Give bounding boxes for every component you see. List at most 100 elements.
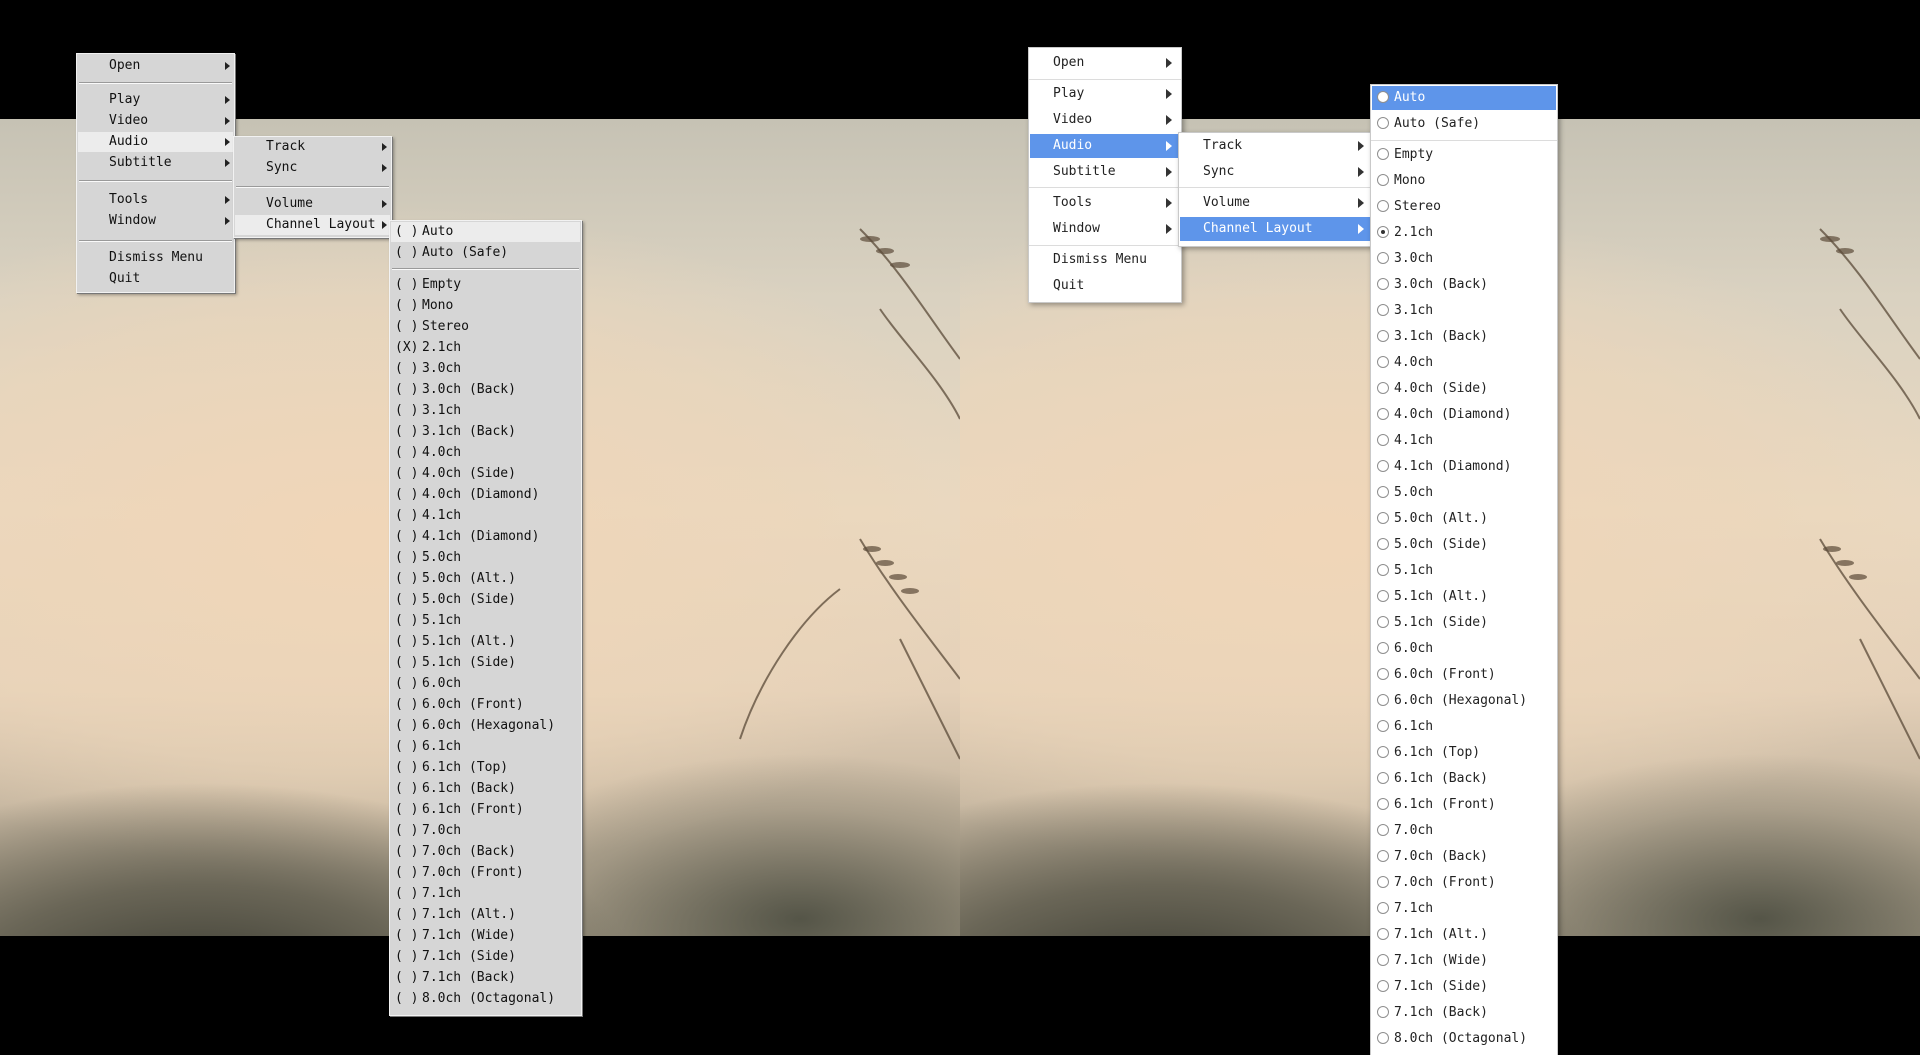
channel-layout-option[interactable]: 4.0ch (Side) [1372, 377, 1556, 401]
channel-layout-option[interactable]: 5.1ch (Alt.) [1372, 585, 1556, 609]
channel-layout-option[interactable]: ( ) 5.1ch [391, 611, 580, 631]
channel-layout-option[interactable]: ( ) 6.1ch [391, 737, 580, 757]
channel-layout-option[interactable]: Mono [1372, 169, 1556, 193]
channel-layout-option[interactable]: ( ) 4.0ch (Diamond) [391, 485, 580, 505]
channel-layout-option[interactable]: 6.1ch (Back) [1372, 767, 1556, 791]
menu-item-quit[interactable]: Quit [78, 269, 233, 289]
channel-layout-option[interactable]: 7.1ch (Back) [1372, 1001, 1556, 1025]
channel-layout-option[interactable]: 3.0ch [1372, 247, 1556, 271]
channel-layout-option[interactable]: ( ) 5.1ch (Side) [391, 653, 580, 673]
channel-layout-option[interactable]: ( ) 6.0ch (Front) [391, 695, 580, 715]
channel-layout-option[interactable]: ( ) 6.0ch (Hexagonal) [391, 716, 580, 736]
menu-item-subtitle[interactable]: Subtitle [1030, 160, 1180, 184]
channel-layout-option[interactable]: 3.1ch (Back) [1372, 325, 1556, 349]
menu-item-play[interactable]: Play [1030, 82, 1180, 106]
channel-layout-option[interactable]: Empty [1372, 143, 1556, 167]
channel-layout-option[interactable]: ( ) 5.0ch (Side) [391, 590, 580, 610]
menu-item-channel-layout[interactable]: Channel Layout [1180, 217, 1372, 241]
menu-item-window[interactable]: Window [78, 211, 233, 231]
channel-layout-option[interactable]: ( ) 5.0ch [391, 548, 580, 568]
menu-item-dismiss[interactable]: Dismiss Menu [78, 248, 233, 268]
menu-item-tools[interactable]: Tools [78, 190, 233, 210]
channel-layout-option[interactable]: ( ) 3.0ch (Back) [391, 380, 580, 400]
channel-layout-option[interactable]: ( ) 7.1ch (Back) [391, 968, 580, 988]
channel-layout-option[interactable]: 4.0ch [1372, 351, 1556, 375]
menu-item-window[interactable]: Window [1030, 217, 1180, 241]
channel-layout-option[interactable]: ( ) 6.1ch (Back) [391, 779, 580, 799]
channel-layout-option[interactable]: ( ) Auto (Safe) [391, 243, 580, 263]
channel-layout-option[interactable]: 6.1ch [1372, 715, 1556, 739]
menu-item-volume[interactable]: Volume [1180, 191, 1372, 215]
channel-layout-option[interactable]: ( ) 4.1ch (Diamond) [391, 527, 580, 547]
channel-layout-option[interactable]: 4.0ch (Diamond) [1372, 403, 1556, 427]
channel-layout-option[interactable]: 3.0ch (Back) [1372, 273, 1556, 297]
channel-layout-option[interactable]: 7.0ch (Back) [1372, 845, 1556, 869]
menu-item-video[interactable]: Video [1030, 108, 1180, 132]
channel-layout-option[interactable]: ( ) 7.1ch [391, 884, 580, 904]
channel-layout-option[interactable]: 8.0ch (Octagonal) [1372, 1027, 1556, 1051]
channel-layout-option[interactable]: 7.1ch (Side) [1372, 975, 1556, 999]
channel-layout-option[interactable]: ( ) 7.0ch (Front) [391, 863, 580, 883]
channel-layout-option[interactable]: Auto (Safe) [1372, 112, 1556, 136]
menu-item-video[interactable]: Video [78, 111, 233, 131]
channel-layout-option[interactable]: ( ) 7.1ch (Alt.) [391, 905, 580, 925]
channel-layout-option[interactable]: ( ) 6.1ch (Top) [391, 758, 580, 778]
menu-item-subtitle[interactable]: Subtitle [78, 153, 233, 173]
channel-layout-option[interactable]: ( ) 5.0ch (Alt.) [391, 569, 580, 589]
channel-layout-option[interactable]: 5.1ch [1372, 559, 1556, 583]
channel-layout-option[interactable]: 2.1ch [1372, 221, 1556, 245]
channel-layout-option[interactable]: ( ) 3.1ch (Back) [391, 422, 580, 442]
channel-layout-option[interactable]: ( ) 8.0ch (Octagonal) [391, 989, 580, 1009]
channel-layout-option[interactable]: ( ) 5.1ch (Alt.) [391, 632, 580, 652]
menu-item-quit[interactable]: Quit [1030, 274, 1180, 298]
menu-item-audio[interactable]: Audio [78, 132, 233, 152]
menu-item-track[interactable]: Track [235, 137, 390, 157]
channel-layout-option[interactable]: ( ) 3.0ch [391, 359, 580, 379]
menu-item-open[interactable]: Open [78, 56, 233, 76]
channel-layout-option[interactable]: ( ) 7.0ch (Back) [391, 842, 580, 862]
channel-layout-option[interactable]: 7.0ch (Front) [1372, 871, 1556, 895]
channel-layout-option[interactable]: 5.0ch [1372, 481, 1556, 505]
channel-layout-option[interactable]: ( ) 6.1ch (Front) [391, 800, 580, 820]
menu-item-audio[interactable]: Audio [1030, 134, 1180, 158]
channel-layout-option[interactable]: 6.0ch (Hexagonal) [1372, 689, 1556, 713]
channel-layout-option[interactable]: ( ) Mono [391, 296, 580, 316]
channel-layout-option[interactable]: 6.1ch (Top) [1372, 741, 1556, 765]
channel-layout-option[interactable]: 4.1ch [1372, 429, 1556, 453]
menu-item-track[interactable]: Track [1180, 134, 1372, 158]
channel-layout-option[interactable]: ( ) Auto [391, 222, 580, 242]
channel-layout-option[interactable]: Auto [1372, 86, 1556, 110]
channel-layout-option[interactable]: ( ) 7.1ch (Side) [391, 947, 580, 967]
menu-item-channel-layout[interactable]: Channel Layout [235, 215, 390, 235]
channel-layout-option[interactable]: 4.1ch (Diamond) [1372, 455, 1556, 479]
channel-layout-option[interactable]: 7.1ch (Alt.) [1372, 923, 1556, 947]
menu-item-open[interactable]: Open [1030, 51, 1180, 75]
channel-layout-option[interactable]: 3.1ch [1372, 299, 1556, 323]
channel-layout-option[interactable]: (X) 2.1ch [391, 338, 580, 358]
channel-layout-option[interactable]: ( ) Stereo [391, 317, 580, 337]
channel-layout-option[interactable]: ( ) 4.0ch [391, 443, 580, 463]
channel-layout-option[interactable]: 7.0ch [1372, 819, 1556, 843]
channel-layout-option[interactable]: 6.1ch (Front) [1372, 793, 1556, 817]
channel-layout-option[interactable]: 6.0ch (Front) [1372, 663, 1556, 687]
channel-layout-option[interactable]: 7.1ch [1372, 897, 1556, 921]
channel-layout-option[interactable]: 6.0ch [1372, 637, 1556, 661]
channel-layout-option[interactable]: 7.1ch (Wide) [1372, 949, 1556, 973]
channel-layout-option[interactable]: 5.0ch (Side) [1372, 533, 1556, 557]
menu-item-play[interactable]: Play [78, 90, 233, 110]
channel-layout-option[interactable]: ( ) 7.0ch [391, 821, 580, 841]
channel-layout-option[interactable]: 5.1ch (Side) [1372, 611, 1556, 635]
channel-layout-option[interactable]: ( ) 4.1ch [391, 506, 580, 526]
channel-layout-option[interactable]: ( ) 3.1ch [391, 401, 580, 421]
channel-layout-option[interactable]: Stereo [1372, 195, 1556, 219]
channel-layout-option[interactable]: 5.0ch (Alt.) [1372, 507, 1556, 531]
channel-layout-option[interactable]: ( ) Empty [391, 275, 580, 295]
menu-item-tools[interactable]: Tools [1030, 191, 1180, 215]
menu-item-dismiss[interactable]: Dismiss Menu [1030, 248, 1180, 272]
menu-item-volume[interactable]: Volume [235, 194, 390, 214]
channel-layout-option[interactable]: ( ) 4.0ch (Side) [391, 464, 580, 484]
menu-item-sync[interactable]: Sync [1180, 160, 1372, 184]
channel-layout-option[interactable]: ( ) 7.1ch (Wide) [391, 926, 580, 946]
channel-layout-option[interactable]: ( ) 6.0ch [391, 674, 580, 694]
menu-item-sync[interactable]: Sync [235, 158, 390, 178]
